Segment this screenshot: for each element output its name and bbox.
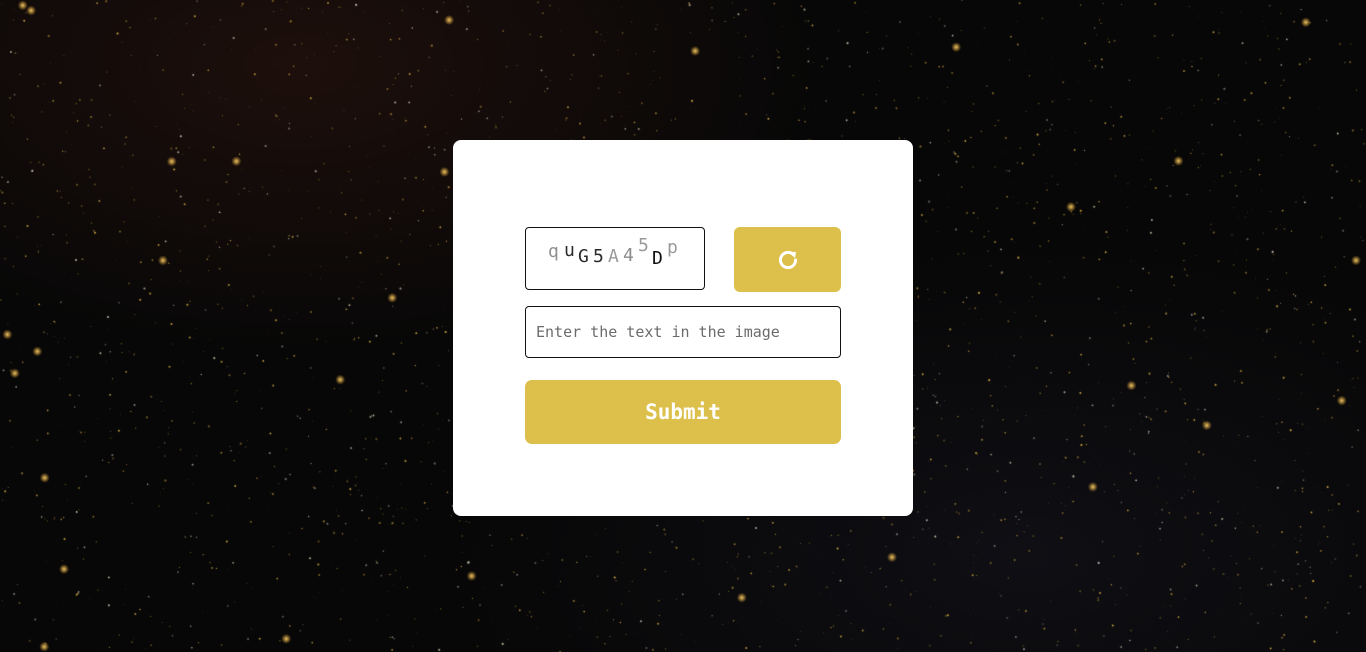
captcha-char: A: [608, 246, 619, 267]
refresh-captcha-button[interactable]: [734, 227, 841, 292]
captcha-char: p: [667, 237, 678, 258]
captcha-char: 5: [593, 246, 604, 267]
captcha-char: D: [652, 248, 663, 269]
submit-button[interactable]: Submit: [525, 380, 841, 444]
captcha-char: G: [578, 246, 589, 267]
captcha-image: q u G 5 A 4 5 D p: [525, 227, 705, 290]
captcha-char: q: [548, 241, 559, 262]
refresh-icon: [775, 247, 801, 273]
captcha-char: 4: [623, 245, 634, 266]
captcha-char: u: [564, 240, 575, 261]
captcha-char: 5: [638, 235, 649, 256]
captcha-text-input[interactable]: [525, 306, 841, 358]
captcha-card: q u G 5 A 4 5 D p Submit: [453, 140, 913, 516]
